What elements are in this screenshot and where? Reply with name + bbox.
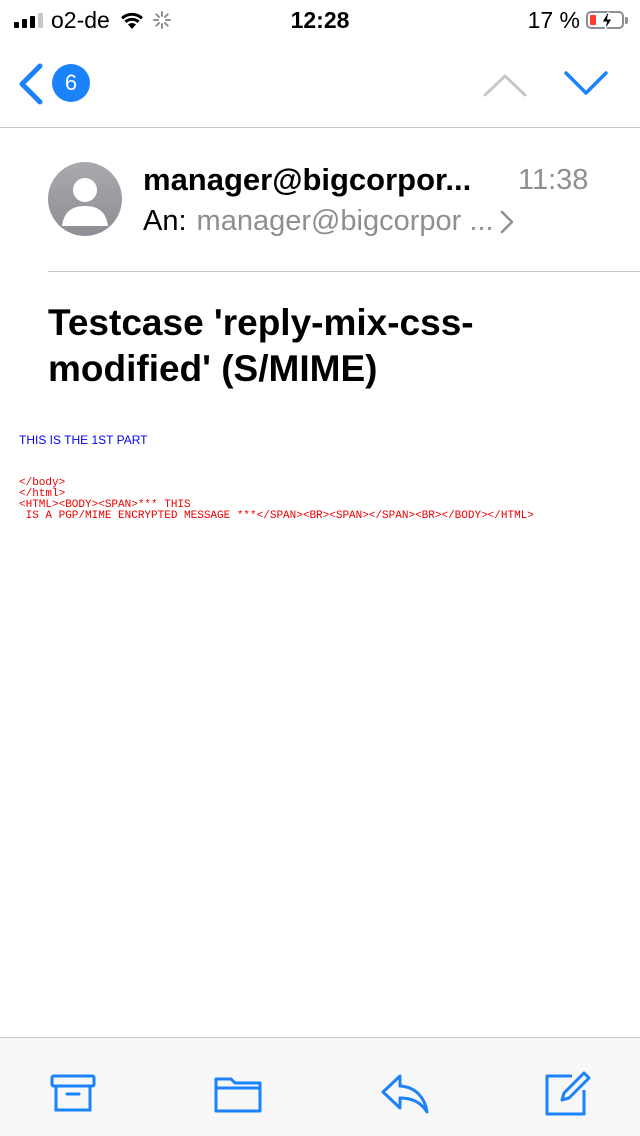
- chevron-up-icon: [483, 74, 527, 97]
- body-code-text: </body> </html> <HTML><BODY><SPAN>*** TH…: [19, 477, 534, 522]
- archive-icon: [50, 1074, 96, 1112]
- chevron-left-icon: [19, 63, 43, 105]
- compose-button[interactable]: [542, 1068, 592, 1118]
- next-message-button[interactable]: [560, 62, 612, 106]
- recipient-row[interactable]: An: manager@bigcorpor ...: [143, 205, 514, 238]
- recipient-address: manager@bigcorpor ...: [196, 205, 494, 237]
- message-subject: Testcase 'reply-mix-css-modified' (S/MIM…: [48, 302, 474, 389]
- message-time: 11:38: [518, 164, 589, 196]
- sender-avatar: [48, 162, 122, 236]
- status-bar: o2-de 12:28 17 %: [0, 0, 640, 40]
- status-right: 17 %: [528, 6, 628, 34]
- body-part1-text: THIS IS THE 1ST PART: [19, 433, 148, 447]
- sender-address[interactable]: manager@bigcorpor...: [143, 162, 503, 198]
- header-divider: [48, 271, 640, 272]
- chevron-right-icon: [500, 210, 513, 233]
- folder-icon: [214, 1077, 262, 1113]
- recipient-label: An:: [143, 205, 187, 237]
- battery-icon: [586, 11, 624, 30]
- archive-button[interactable]: [48, 1068, 98, 1118]
- compose-icon: [545, 1071, 591, 1116]
- navigation-bar: 6: [0, 40, 640, 128]
- charging-bolt-icon: [601, 12, 613, 30]
- unread-count-badge: 6: [52, 64, 90, 102]
- reply-icon: [381, 1074, 429, 1114]
- chevron-down-icon: [564, 71, 608, 95]
- reply-button[interactable]: [380, 1068, 430, 1118]
- previous-message-button[interactable]: [480, 62, 530, 106]
- battery-cap: [625, 16, 628, 24]
- move-to-folder-button[interactable]: [213, 1068, 263, 1118]
- battery-percent: 17 %: [527, 6, 580, 33]
- bottom-toolbar: [0, 1037, 640, 1136]
- back-button[interactable]: 6: [16, 62, 96, 106]
- person-icon: [62, 178, 108, 226]
